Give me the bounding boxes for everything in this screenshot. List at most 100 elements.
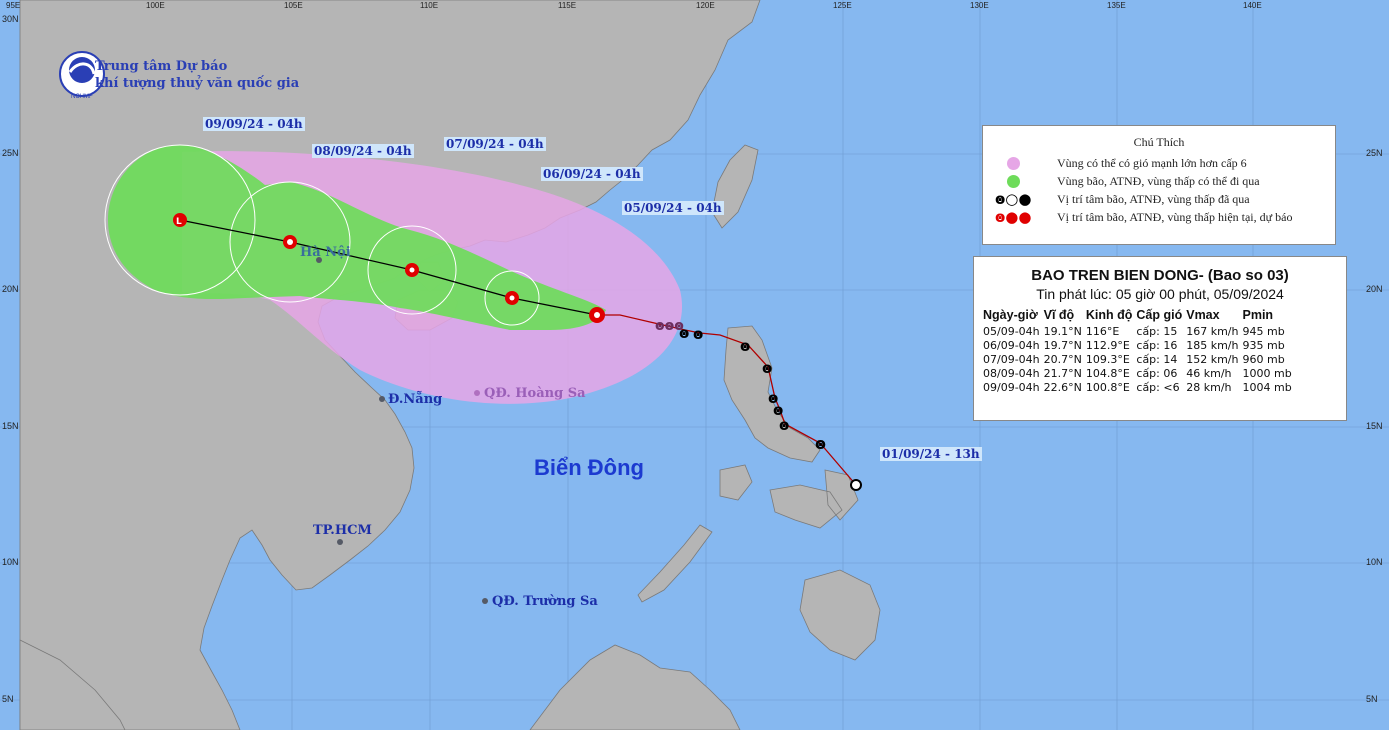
forecast-label-0809: 08/09/24 - 04h (312, 144, 414, 158)
table-cell: 46 km/h (1186, 367, 1232, 380)
table-cell: 21.7°N (1043, 367, 1082, 380)
lon-tick: 140E (1243, 1, 1262, 10)
table-cell: 109.3°E (1085, 353, 1130, 366)
table-cell: 20.7°N (1043, 353, 1082, 366)
place-hoangsa: QĐ. Hoàng Sa (484, 386, 586, 401)
column-header: Cấp gió (1136, 308, 1183, 322)
lat-tick-right: 20N (1366, 284, 1383, 294)
table-cell: 28 km/h (1186, 381, 1232, 394)
bulletin-title: BAO TREN BIEN DONG- (Bao so 03) (1031, 267, 1289, 284)
column-header: Pmin (1242, 308, 1274, 322)
lat-tick: 30N (2, 14, 19, 24)
bulletin-table: Ngày-giờ Vĩ độ Kinh độ Cấp gió Vmax Pmin… (983, 308, 1296, 395)
column-header: Vmax (1186, 308, 1220, 322)
legend-row-wind-zone: Vùng có thể có gió mạnh lớn hơn cấp 6 (995, 154, 1247, 172)
table-row: 08/09-04h 21.7°N 104.8°E cấp: 06 46 km/h… (983, 367, 1296, 381)
place-danang: Đ.Nẵng (388, 392, 443, 407)
column-header: Kinh độ (1085, 308, 1133, 322)
agency-name: Trung tâm Dự báo khí tượng thuỷ văn quốc… (95, 58, 299, 92)
logo-caption: NCHMF (71, 94, 93, 100)
table-cell: 935 mb (1242, 339, 1285, 352)
pink-dot-icon (1007, 156, 1020, 170)
svg-text:ꙩ: ꙩ (768, 389, 778, 407)
lat-tick-right: 5N (1366, 694, 1378, 704)
svg-text:L: L (176, 217, 182, 227)
sea-name: Biển Đông (534, 455, 644, 480)
bulletin-issued: Tin phát lúc: 05 giờ 00 phút, 05/09/2024 (1036, 286, 1284, 302)
lon-tick: 95E (6, 1, 21, 10)
legend-row-storm-zone: Vùng bão, ATNĐ, vùng thấp có thể đi qua (995, 172, 1260, 190)
table-cell: 167 km/h (1186, 325, 1239, 338)
table-cell: 104.8°E (1085, 367, 1130, 380)
lon-tick: 125E (833, 1, 852, 10)
forecast-label-0609: 06/09/24 - 04h (541, 167, 643, 181)
svg-text:ꙩ: ꙩ (762, 359, 772, 377)
lon-tick: 130E (970, 1, 989, 10)
table-cell: 19.7°N (1043, 339, 1082, 352)
svg-text:ꙩ: ꙩ (740, 337, 750, 355)
table-cell: cấp: 14 (1136, 353, 1178, 366)
forecast-label-0709: 07/09/24 - 04h (444, 137, 546, 151)
svg-text:ꙩ: ꙩ (815, 434, 826, 453)
lat-tick: 20N (2, 284, 19, 294)
table-cell: 960 mb (1242, 353, 1285, 366)
svg-text:ꙩꙩꙩ: ꙩꙩꙩ (655, 318, 684, 334)
lon-tick: 135E (1107, 1, 1126, 10)
lon-tick: 120E (696, 1, 715, 10)
forecast-label-0509: 05/09/24 - 04h (622, 201, 724, 215)
table-row: 06/09-04h 19.7°N 112.9°E cấp: 16 185 km/… (983, 339, 1296, 353)
legend-text: Vị trí tâm bão, ATNĐ, vùng thấp hiện tại… (1057, 209, 1293, 224)
red-storm-symbols-icon: ꙩ●● (995, 207, 1032, 226)
place-hanoi: Hà Nội (300, 245, 351, 260)
place-truongsa: QĐ. Trường Sa (492, 594, 598, 609)
lat-tick: 25N (2, 148, 19, 158)
table-cell: 09/09-04h (983, 381, 1040, 394)
bulletin-box: BAO TREN BIEN DONG- (Bao so 03) Tin phát… (973, 256, 1347, 421)
legend-text: Vùng có thể có gió mạnh lớn hơn cấp 6 (1057, 155, 1247, 170)
table-cell: 945 mb (1242, 325, 1285, 338)
lon-tick: 100E (146, 1, 165, 10)
table-header: Ngày-giờ Vĩ độ Kinh độ Cấp gió Vmax Pmin (983, 308, 1296, 325)
column-header: Vĩ độ (1043, 308, 1075, 322)
legend-title: Chú Thích (1133, 135, 1185, 149)
legend-text: Vị trí tâm bão, ATNĐ, vùng thấp đã qua (1057, 191, 1250, 206)
table-cell: 1004 mb (1242, 381, 1292, 394)
svg-text:ꙩ: ꙩ (693, 325, 703, 343)
legend-row-past: ꙩ○● Vị trí tâm bão, ATNĐ, vùng thấp đã q… (995, 190, 1250, 208)
table-cell: 100.8°E (1085, 381, 1130, 394)
table-cell: 05/09-04h (983, 325, 1040, 338)
table-row: 07/09-04h 20.7°N 109.3°E cấp: 14 152 km/… (983, 353, 1296, 367)
green-dot-icon (1007, 174, 1020, 188)
agency-line-2: khí tượng thuỷ văn quốc gia (95, 76, 300, 91)
column-header: Ngày-giờ (983, 308, 1038, 322)
table-row: 09/09-04h 22.6°N 100.8°E cấp: <6 28 km/h… (983, 381, 1296, 395)
agency-line-1: Trung tâm Dự báo (95, 59, 228, 74)
table-cell: cấp: 15 (1136, 325, 1178, 338)
table-cell: 22.6°N (1043, 381, 1082, 394)
table-cell: cấp: 06 (1136, 367, 1178, 380)
black-storm-symbols-icon: ꙩ○● (995, 189, 1032, 208)
table-cell: 19.1°N (1043, 325, 1082, 338)
table-row: 05/09-04h 19.1°N 116°E cấp: 15 167 km/h … (983, 325, 1296, 339)
table-cell: 185 km/h (1186, 339, 1239, 352)
table-cell: cấp: 16 (1136, 339, 1178, 352)
legend-box: Chú Thích Vùng có thể có gió mạnh lớn hơ… (982, 125, 1336, 245)
table-cell: 08/09-04h (983, 367, 1040, 380)
place-hcm: TP.HCM (313, 523, 372, 538)
forecast-label-0109: 01/09/24 - 13h (880, 447, 982, 461)
lon-tick: 105E (284, 1, 303, 10)
legend-text: Vùng bão, ATNĐ, vùng thấp có thể đi qua (1057, 173, 1260, 188)
lon-tick: 110E (420, 1, 439, 10)
lat-tick: 10N (2, 557, 19, 567)
lat-tick-right: 10N (1366, 557, 1383, 567)
lat-tick: 15N (2, 421, 19, 431)
lat-tick-right: 25N (1366, 148, 1383, 158)
table-cell: 152 km/h (1186, 353, 1239, 366)
forecast-label-0909: 09/09/24 - 04h (203, 117, 305, 131)
table-cell: 07/09-04h (983, 353, 1040, 366)
lat-tick-right: 15N (1366, 421, 1383, 431)
table-cell: cấp: <6 (1136, 381, 1180, 394)
lat-tick: 5N (2, 694, 14, 704)
table-cell: 112.9°E (1085, 339, 1130, 352)
table-cell: 116°E (1085, 325, 1120, 338)
